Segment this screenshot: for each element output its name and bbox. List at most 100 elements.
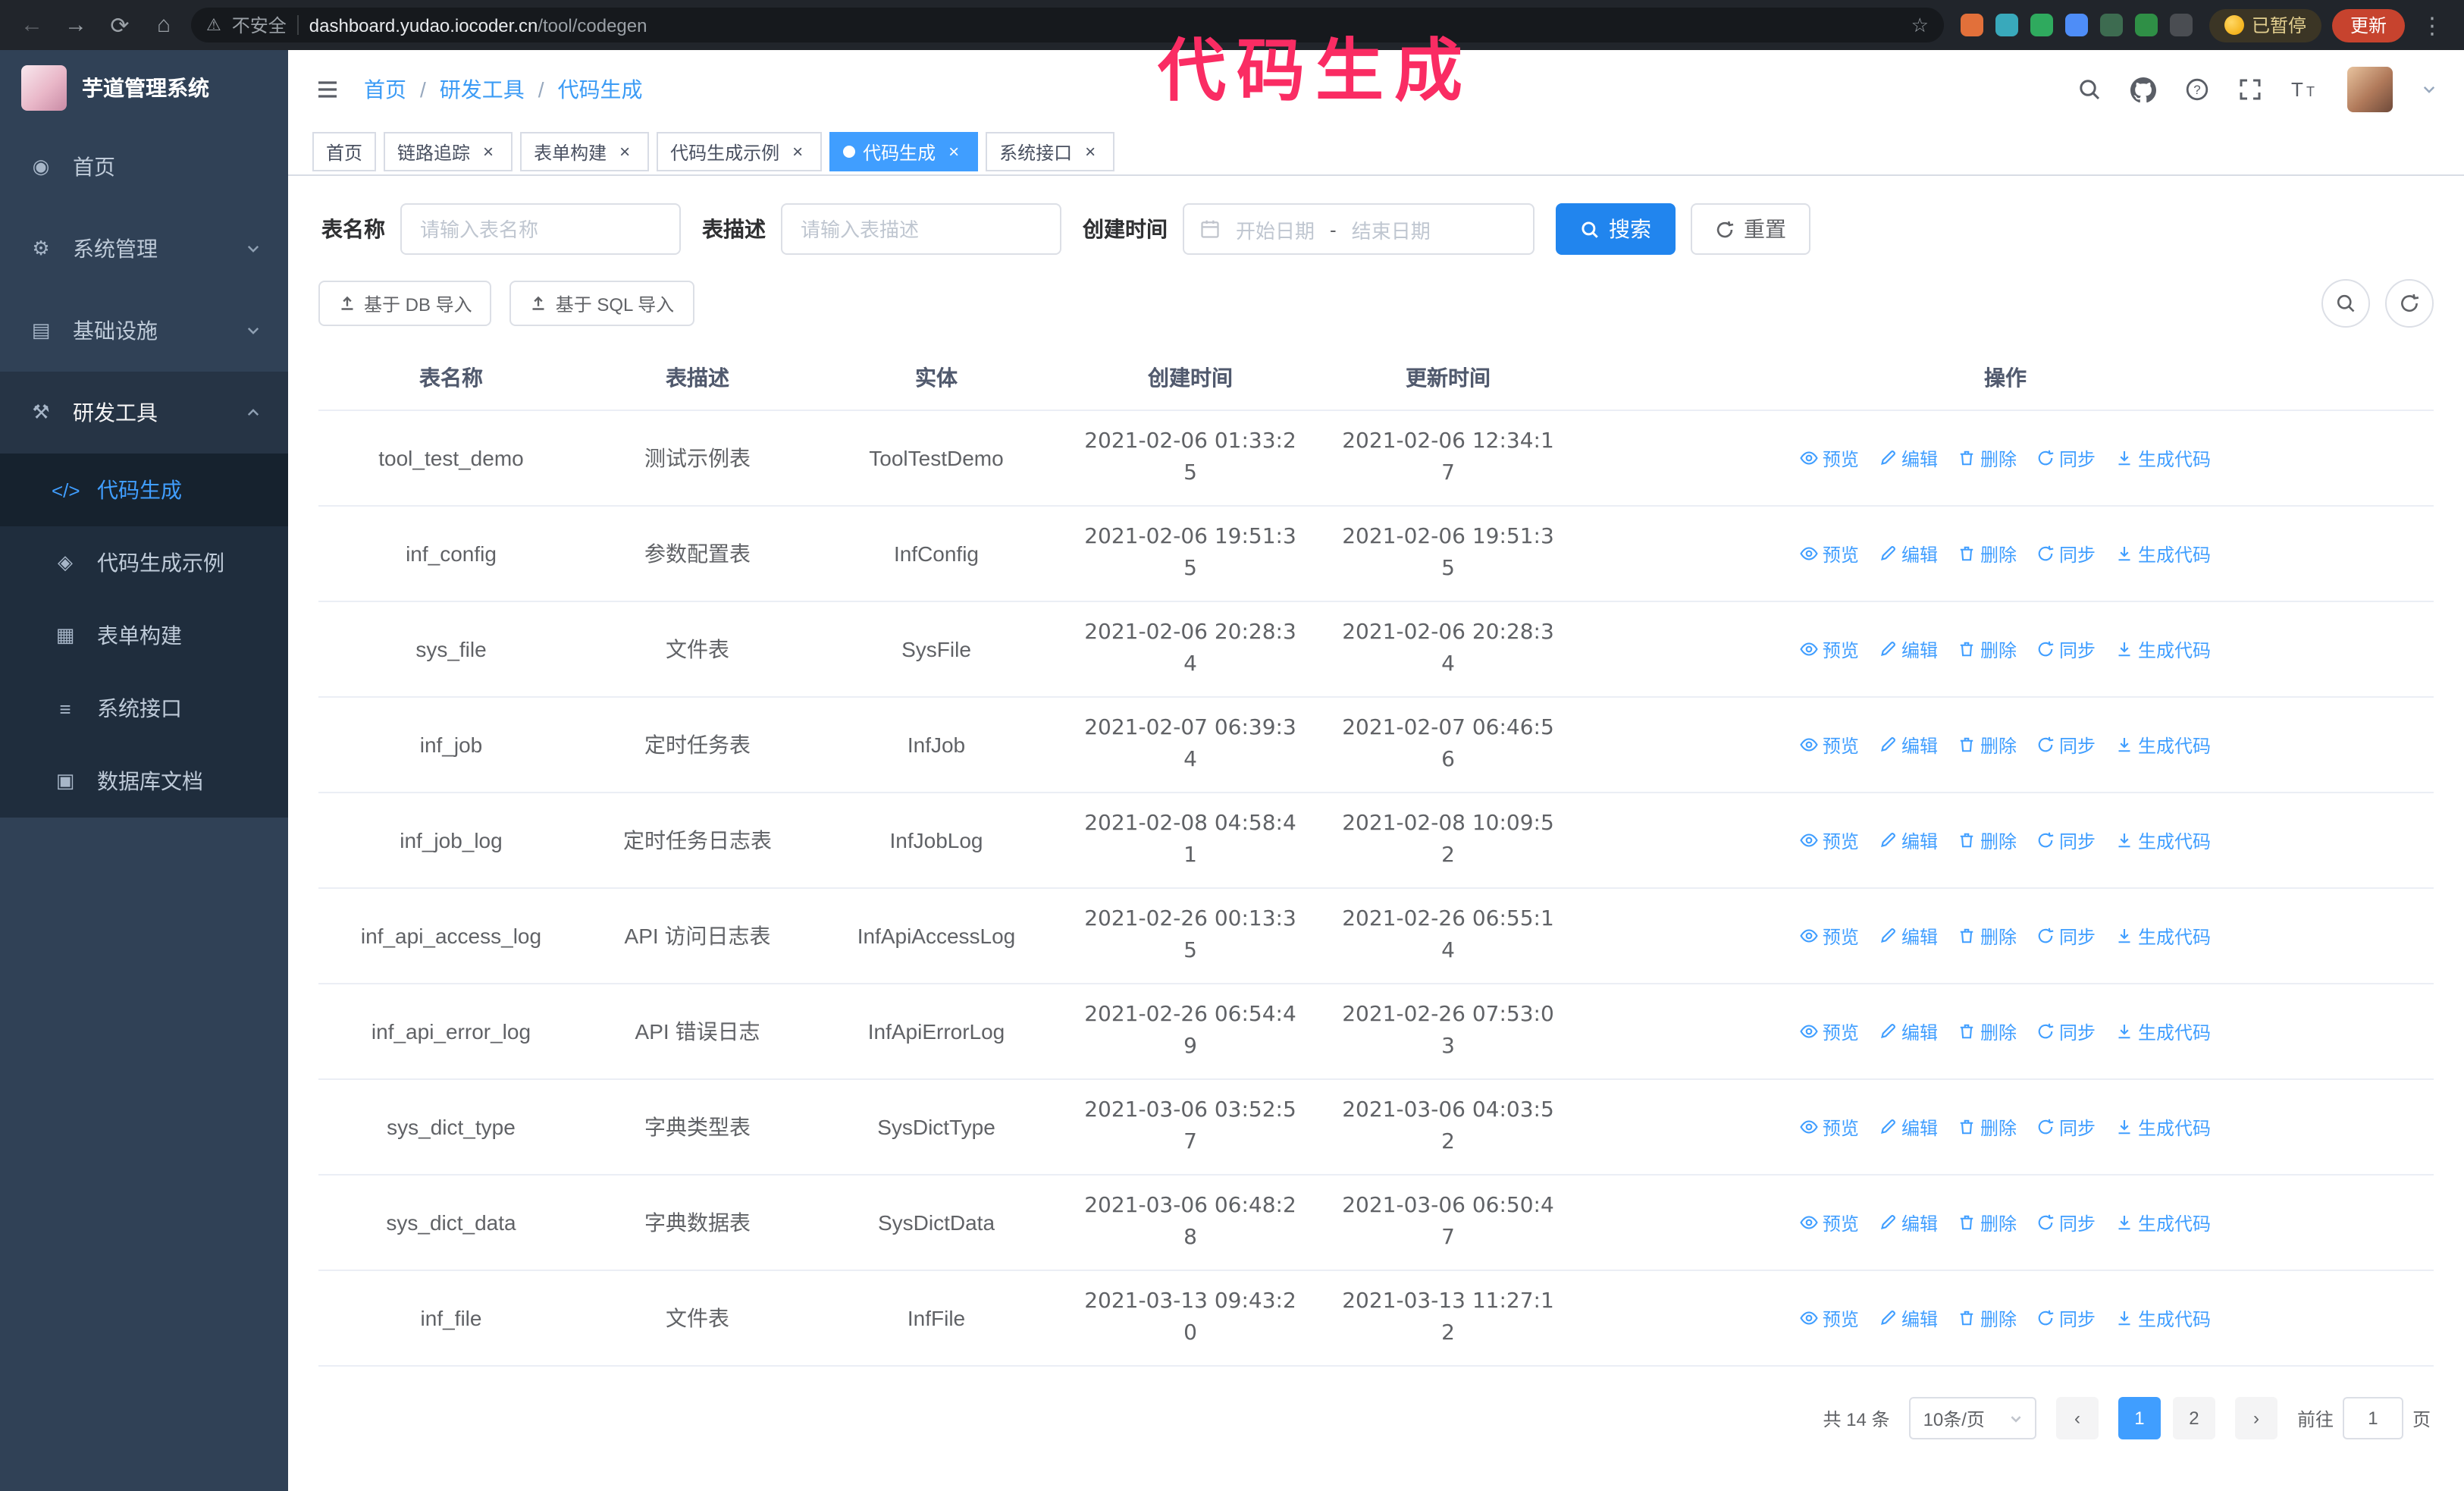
breadcrumb-home[interactable]: 首页 xyxy=(364,74,406,105)
sync-link[interactable]: 同步 xyxy=(2036,541,2096,567)
chevron-down-icon[interactable] xyxy=(2422,82,2437,97)
generate-code-link[interactable]: 生成代码 xyxy=(2115,541,2211,567)
extension-green-check-icon[interactable] xyxy=(2030,14,2053,36)
sidebar-subitem-db-doc[interactable]: ▣ 数据库文档 xyxy=(0,745,288,818)
edit-link[interactable]: 编辑 xyxy=(1879,1019,1938,1044)
preview-link[interactable]: 预览 xyxy=(1800,732,1859,758)
delete-link[interactable]: 删除 xyxy=(1958,1305,2017,1331)
sync-link[interactable]: 同步 xyxy=(2036,445,2096,471)
address-bar[interactable]: ⚠ 不安全 dashboard.yudao.iocoder.cn/tool/co… xyxy=(191,8,1944,42)
preview-link[interactable]: 预览 xyxy=(1800,1210,1859,1235)
edit-link[interactable]: 编辑 xyxy=(1879,827,1938,853)
tab-codegen[interactable]: 代码生成 × xyxy=(829,132,979,171)
font-size-icon[interactable]: TT xyxy=(2291,77,2318,102)
tab-close-icon[interactable]: × xyxy=(1080,141,1101,162)
edit-link[interactable]: 编辑 xyxy=(1879,636,1938,662)
sidebar-item-system[interactable]: ⚙ 系统管理 xyxy=(0,208,288,290)
sync-link[interactable]: 同步 xyxy=(2036,732,2096,758)
page-button-1[interactable]: 1 xyxy=(2118,1397,2161,1439)
extension-teal-icon[interactable] xyxy=(1995,14,2018,36)
edit-link[interactable]: 编辑 xyxy=(1879,1114,1938,1140)
sync-link[interactable]: 同步 xyxy=(2036,923,2096,949)
tab-close-icon[interactable]: × xyxy=(478,141,499,162)
extension-leaf-icon[interactable] xyxy=(2134,14,2158,36)
generate-code-link[interactable]: 生成代码 xyxy=(2115,445,2211,471)
prev-page-button[interactable]: ‹ xyxy=(2055,1397,2099,1439)
browser-back-icon[interactable]: ← xyxy=(15,12,49,38)
delete-link[interactable]: 删除 xyxy=(1958,445,2017,471)
tab-close-icon[interactable]: × xyxy=(943,141,964,162)
page-button-2[interactable]: 2 xyxy=(2172,1397,2215,1439)
fullscreen-icon[interactable] xyxy=(2238,77,2262,102)
page-size-select[interactable]: 10条/页 xyxy=(1909,1397,2036,1439)
sidebar-item-infra[interactable]: ▤ 基础设施 xyxy=(0,290,288,372)
table-name-input[interactable] xyxy=(400,203,681,255)
next-page-button[interactable]: › xyxy=(2234,1397,2277,1439)
import-sql-button[interactable]: 基于 SQL 导入 xyxy=(509,281,694,326)
extension-dark-green-icon[interactable] xyxy=(2099,14,2123,36)
generate-code-link[interactable]: 生成代码 xyxy=(2115,636,2211,662)
preview-link[interactable]: 预览 xyxy=(1800,636,1859,662)
sidebar-toggle-icon[interactable] xyxy=(315,77,340,102)
sync-link[interactable]: 同步 xyxy=(2036,1210,2096,1235)
delete-link[interactable]: 删除 xyxy=(1958,1114,2017,1140)
goto-page-input[interactable] xyxy=(2342,1397,2403,1439)
sidebar-item-home[interactable]: ◉ 首页 xyxy=(0,126,288,208)
delete-link[interactable]: 删除 xyxy=(1958,636,2017,662)
delete-link[interactable]: 删除 xyxy=(1958,1210,2017,1235)
generate-code-link[interactable]: 生成代码 xyxy=(2115,1305,2211,1331)
tab-codegen-demo[interactable]: 代码生成示例 × xyxy=(657,132,823,171)
preview-link[interactable]: 预览 xyxy=(1800,1019,1859,1044)
generate-code-link[interactable]: 生成代码 xyxy=(2115,1019,2211,1044)
preview-link[interactable]: 预览 xyxy=(1800,1114,1859,1140)
sync-link[interactable]: 同步 xyxy=(2036,1019,2096,1044)
tab-form-builder[interactable]: 表单构建 × xyxy=(520,132,650,171)
browser-home-icon[interactable]: ⌂ xyxy=(147,12,180,38)
sync-link[interactable]: 同步 xyxy=(2036,827,2096,853)
table-desc-input[interactable] xyxy=(781,203,1061,255)
preview-link[interactable]: 预览 xyxy=(1800,827,1859,853)
delete-link[interactable]: 删除 xyxy=(1958,732,2017,758)
date-end-placeholder[interactable]: 结束日期 xyxy=(1352,215,1431,243)
preview-link[interactable]: 预览 xyxy=(1800,923,1859,949)
avatar[interactable] xyxy=(2347,67,2393,112)
refresh-button[interactable] xyxy=(2385,279,2434,328)
edit-link[interactable]: 编辑 xyxy=(1879,541,1938,567)
edit-link[interactable]: 编辑 xyxy=(1879,1210,1938,1235)
edit-link[interactable]: 编辑 xyxy=(1879,923,1938,949)
sync-link[interactable]: 同步 xyxy=(2036,636,2096,662)
browser-reload-icon[interactable]: ⟳ xyxy=(103,11,136,39)
generate-code-link[interactable]: 生成代码 xyxy=(2115,732,2211,758)
delete-link[interactable]: 删除 xyxy=(1958,827,2017,853)
github-icon[interactable] xyxy=(2130,77,2156,102)
preview-link[interactable]: 预览 xyxy=(1800,541,1859,567)
bookmark-star-icon[interactable]: ☆ xyxy=(1911,13,1929,37)
extension-blue-icon[interactable] xyxy=(2064,14,2088,36)
tab-home[interactable]: 首页 xyxy=(312,132,377,171)
sidebar-subitem-form-builder[interactable]: ▦ 表单构建 xyxy=(0,599,288,672)
update-button[interactable]: 更新 xyxy=(2331,8,2405,42)
date-start-placeholder[interactable]: 开始日期 xyxy=(1236,215,1315,243)
sidebar-subitem-codegen[interactable]: </> 代码生成 xyxy=(0,454,288,526)
extension-puzzle-icon[interactable] xyxy=(2169,14,2193,36)
date-range-picker[interactable]: 开始日期 - 结束日期 xyxy=(1183,203,1535,255)
browser-menu-icon[interactable]: ⋮ xyxy=(2415,11,2449,39)
browser-forward-icon[interactable]: → xyxy=(59,12,92,38)
search-button[interactable]: 搜索 xyxy=(1556,203,1676,255)
sidebar-subitem-system-api[interactable]: ≡ 系统接口 xyxy=(0,672,288,745)
profile-paused-badge[interactable]: 已暂停 xyxy=(2209,8,2321,42)
delete-link[interactable]: 删除 xyxy=(1958,541,2017,567)
search-icon[interactable] xyxy=(2077,77,2102,102)
preview-link[interactable]: 预览 xyxy=(1800,1305,1859,1331)
sidebar-item-devtools[interactable]: ⚒ 研发工具 xyxy=(0,372,288,454)
sidebar-subitem-codegen-demo[interactable]: ◈ 代码生成示例 xyxy=(0,526,288,599)
edit-link[interactable]: 编辑 xyxy=(1879,732,1938,758)
tab-tracing[interactable]: 链路追踪 × xyxy=(384,132,513,171)
sync-link[interactable]: 同步 xyxy=(2036,1114,2096,1140)
app-logo[interactable]: 芋道管理系统 xyxy=(0,50,288,126)
edit-link[interactable]: 编辑 xyxy=(1879,1305,1938,1331)
toggle-search-button[interactable] xyxy=(2321,279,2370,328)
generate-code-link[interactable]: 生成代码 xyxy=(2115,1210,2211,1235)
extension-orange-icon[interactable] xyxy=(1960,14,1983,36)
generate-code-link[interactable]: 生成代码 xyxy=(2115,923,2211,949)
